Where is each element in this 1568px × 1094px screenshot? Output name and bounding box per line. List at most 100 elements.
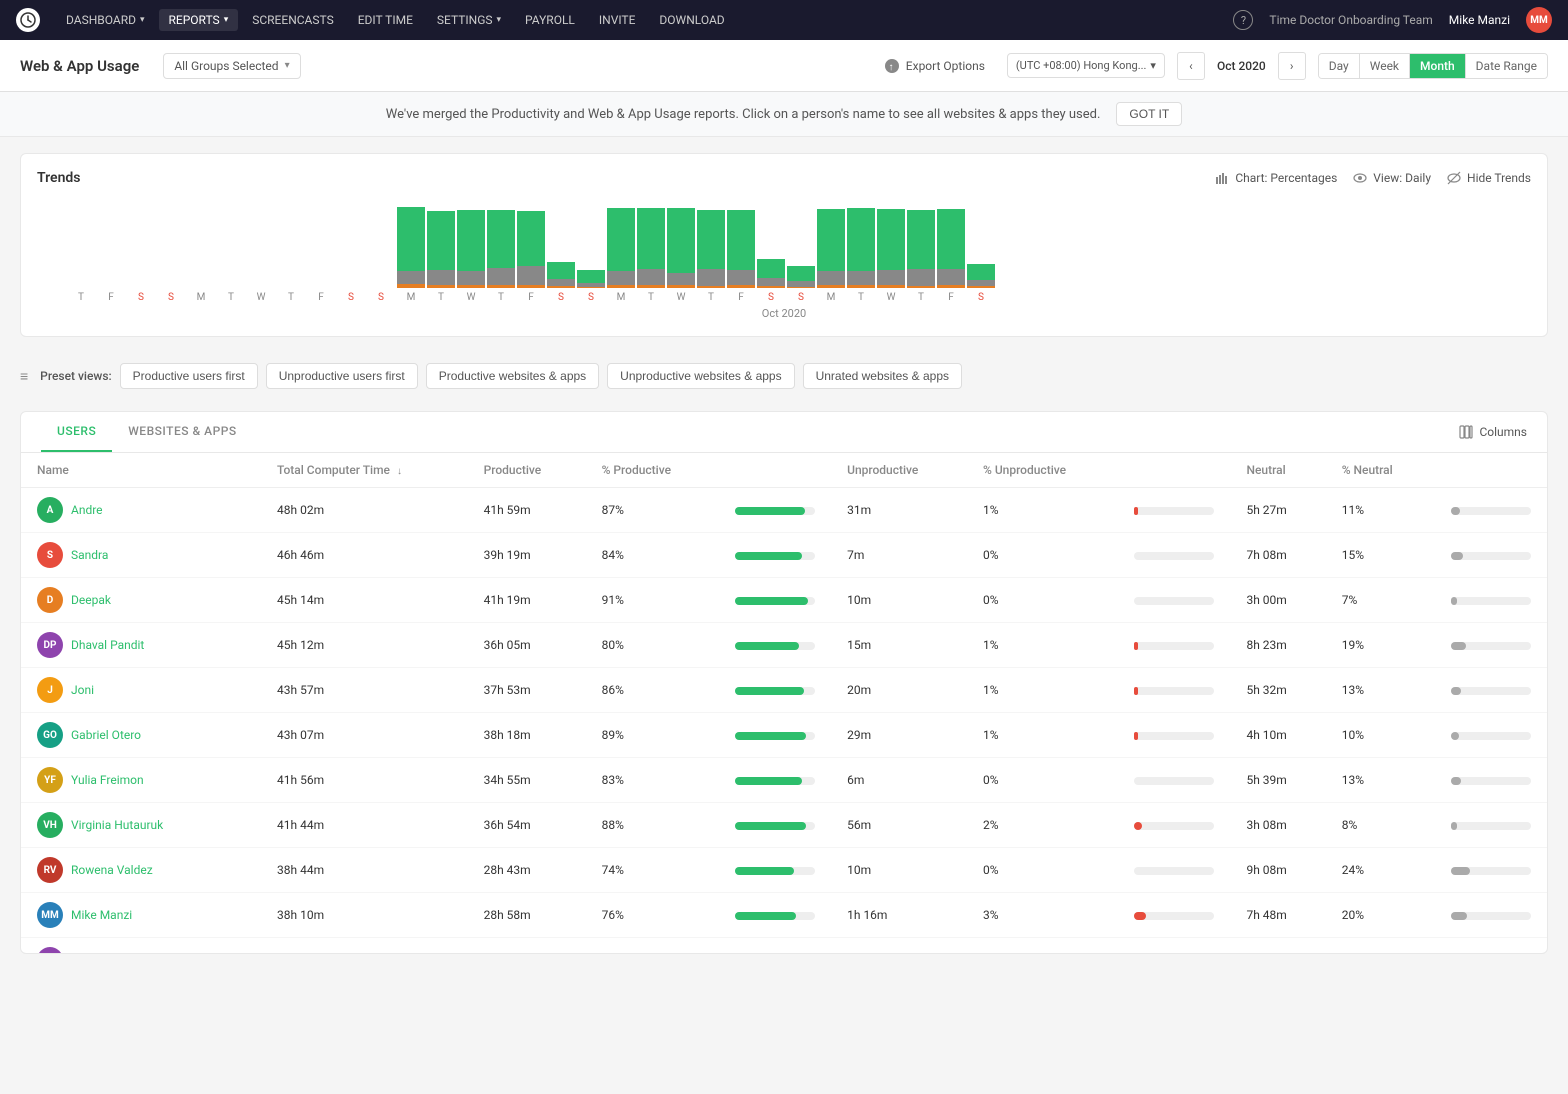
chart-label-12: T: [427, 292, 455, 303]
user-avatar: DP: [37, 632, 63, 658]
chart-label-11: M: [397, 292, 425, 303]
cell-unprod-pct: 0%: [967, 848, 1118, 893]
view-daily-button[interactable]: View: Daily: [1353, 171, 1431, 185]
preset-views-label: Preset views:: [40, 369, 111, 383]
tab-websites-apps[interactable]: WEBSITES & APPS: [112, 412, 252, 452]
sub-nav: Web & App Usage All Groups Selected ▾ ↑ …: [0, 40, 1568, 92]
cell-neutral: 5h 32m: [1230, 668, 1325, 713]
filter-icon: ≡: [20, 368, 28, 385]
col-unprod-pct: % Unproductive: [967, 453, 1118, 488]
cell-unprod-bar: [1118, 938, 1230, 954]
user-avatar[interactable]: MM: [1526, 7, 1552, 33]
cell-unprod: 6m: [831, 758, 967, 803]
preset-unrated-websites-button[interactable]: Unrated websites & apps: [803, 363, 962, 389]
col-prod-bar: [719, 453, 831, 488]
team-name: Time Doctor Onboarding Team: [1269, 13, 1432, 27]
date-next-button[interactable]: ›: [1278, 52, 1306, 80]
user-avatar: RV: [37, 857, 63, 883]
user-name[interactable]: Mike Manzi: [1449, 13, 1510, 27]
nav-download[interactable]: DOWNLOAD: [649, 9, 734, 31]
cell-unprod-pct: 1%: [967, 488, 1118, 533]
got-it-button[interactable]: GOT IT: [1116, 102, 1182, 126]
cell-unprod-bar: [1118, 533, 1230, 578]
cell-prod-bar: [719, 713, 831, 758]
app-logo[interactable]: [16, 8, 40, 32]
cell-unprod-pct: 1%: [967, 938, 1118, 954]
hide-trends-button[interactable]: Hide Trends: [1447, 171, 1531, 185]
user-name-link[interactable]: Joni: [71, 683, 94, 697]
cell-unprod-pct: 0%: [967, 758, 1118, 803]
table-row: D Deepak 45h 14m 41h 19m 91% 10m 0% 3h 0…: [21, 578, 1547, 623]
chart-bar-25: [817, 209, 845, 288]
view-month-button[interactable]: Month: [1410, 54, 1466, 78]
chart-bar-23: [757, 259, 785, 288]
chart-bar-10: [367, 203, 395, 288]
user-name-link[interactable]: Deepak: [71, 593, 111, 607]
nav-edit-time[interactable]: EDIT TIME: [348, 9, 423, 31]
cell-neutral-bar: [1435, 623, 1547, 668]
cell-productive: 34h 55m: [468, 758, 586, 803]
user-name-link[interactable]: Mike Manzi: [71, 908, 132, 922]
cell-unprod: 20m: [831, 668, 967, 713]
cell-neutral-bar: [1435, 758, 1547, 803]
cell-prod-bar: [719, 488, 831, 533]
tab-users[interactable]: USERS: [41, 412, 112, 452]
user-name-link[interactable]: Andre: [71, 503, 103, 517]
cell-neutral: 7h 08m: [1230, 533, 1325, 578]
cell-name: MO Meghann O'Brien: [21, 938, 261, 954]
nav-screencasts[interactable]: SCREENCASTS: [242, 9, 344, 31]
chart-label-15: F: [517, 292, 545, 303]
nav-right: ? Time Doctor Onboarding Team Mike Manzi…: [1233, 7, 1552, 33]
cell-prod-bar: [719, 623, 831, 668]
user-name-link[interactable]: Rowena Valdez: [71, 863, 153, 877]
user-name-link[interactable]: Yulia Freimon: [71, 773, 144, 787]
cell-productive: 36h 54m: [468, 803, 586, 848]
col-name: Name: [21, 453, 261, 488]
preset-productive-websites-button[interactable]: Productive websites & apps: [426, 363, 599, 389]
cell-neutral: 4h 10m: [1230, 713, 1325, 758]
table-row: RV Rowena Valdez 38h 44m 28h 43m 74% 10m…: [21, 848, 1547, 893]
cell-prod-bar: [719, 758, 831, 803]
table-scroll[interactable]: Name Total Computer Time ↓ Productive % …: [21, 453, 1547, 953]
cell-unprod: 10m: [831, 578, 967, 623]
cell-productive: 28h 43m: [468, 848, 586, 893]
chart-label-23: S: [757, 292, 785, 303]
columns-button[interactable]: Columns: [1459, 425, 1527, 439]
group-selector[interactable]: All Groups Selected ▾: [163, 53, 300, 79]
cell-prod-pct: 76%: [586, 893, 720, 938]
preset-unproductive-websites-button[interactable]: Unproductive websites & apps: [607, 363, 794, 389]
cell-unprod-pct: 0%: [967, 578, 1118, 623]
timezone-selector[interactable]: (UTC +08:00) Hong Kong... ▾: [1007, 53, 1165, 78]
nav-reports[interactable]: REPORTS ▾: [159, 9, 239, 31]
user-name-link[interactable]: Sandra: [71, 548, 108, 562]
view-date-range-button[interactable]: Date Range: [1466, 54, 1547, 78]
eye-icon: [1353, 171, 1367, 185]
preset-unproductive-users-button[interactable]: Unproductive users first: [266, 363, 418, 389]
user-avatar: D: [37, 587, 63, 613]
view-day-button[interactable]: Day: [1319, 54, 1360, 78]
user-name-link[interactable]: Dhaval Pandit: [71, 638, 144, 652]
col-total[interactable]: Total Computer Time ↓: [261, 453, 468, 488]
preset-productive-users-button[interactable]: Productive users first: [120, 363, 258, 389]
chart-bar-21: [697, 210, 725, 288]
user-name-link[interactable]: Gabriel Otero: [71, 728, 141, 742]
cell-total: 48h 02m: [261, 488, 468, 533]
view-week-button[interactable]: Week: [1360, 54, 1410, 78]
user-name-link[interactable]: Virginia Hutauruk: [71, 818, 163, 832]
date-prev-button[interactable]: ‹: [1177, 52, 1205, 80]
nav-payroll[interactable]: PAYROLL: [515, 9, 585, 31]
cell-neutral-pct: 11%: [1326, 488, 1435, 533]
cell-productive: 36h 05m: [468, 623, 586, 668]
help-icon[interactable]: ?: [1233, 10, 1253, 30]
chart-percentages-button[interactable]: Chart: Percentages: [1215, 171, 1337, 185]
chart-bar-27: [877, 209, 905, 288]
export-button[interactable]: ↑ Export Options: [874, 53, 995, 79]
nav-dashboard[interactable]: DASHBOARD ▾: [56, 9, 155, 31]
cell-prod-bar: [719, 893, 831, 938]
nav-invite[interactable]: INVITE: [589, 9, 646, 31]
nav-settings[interactable]: SETTINGS ▾: [427, 9, 511, 31]
chart-bar-14: [487, 210, 515, 288]
user-avatar: A: [37, 497, 63, 523]
cell-total: 45h 14m: [261, 578, 468, 623]
chart-bar-26: [847, 208, 875, 288]
